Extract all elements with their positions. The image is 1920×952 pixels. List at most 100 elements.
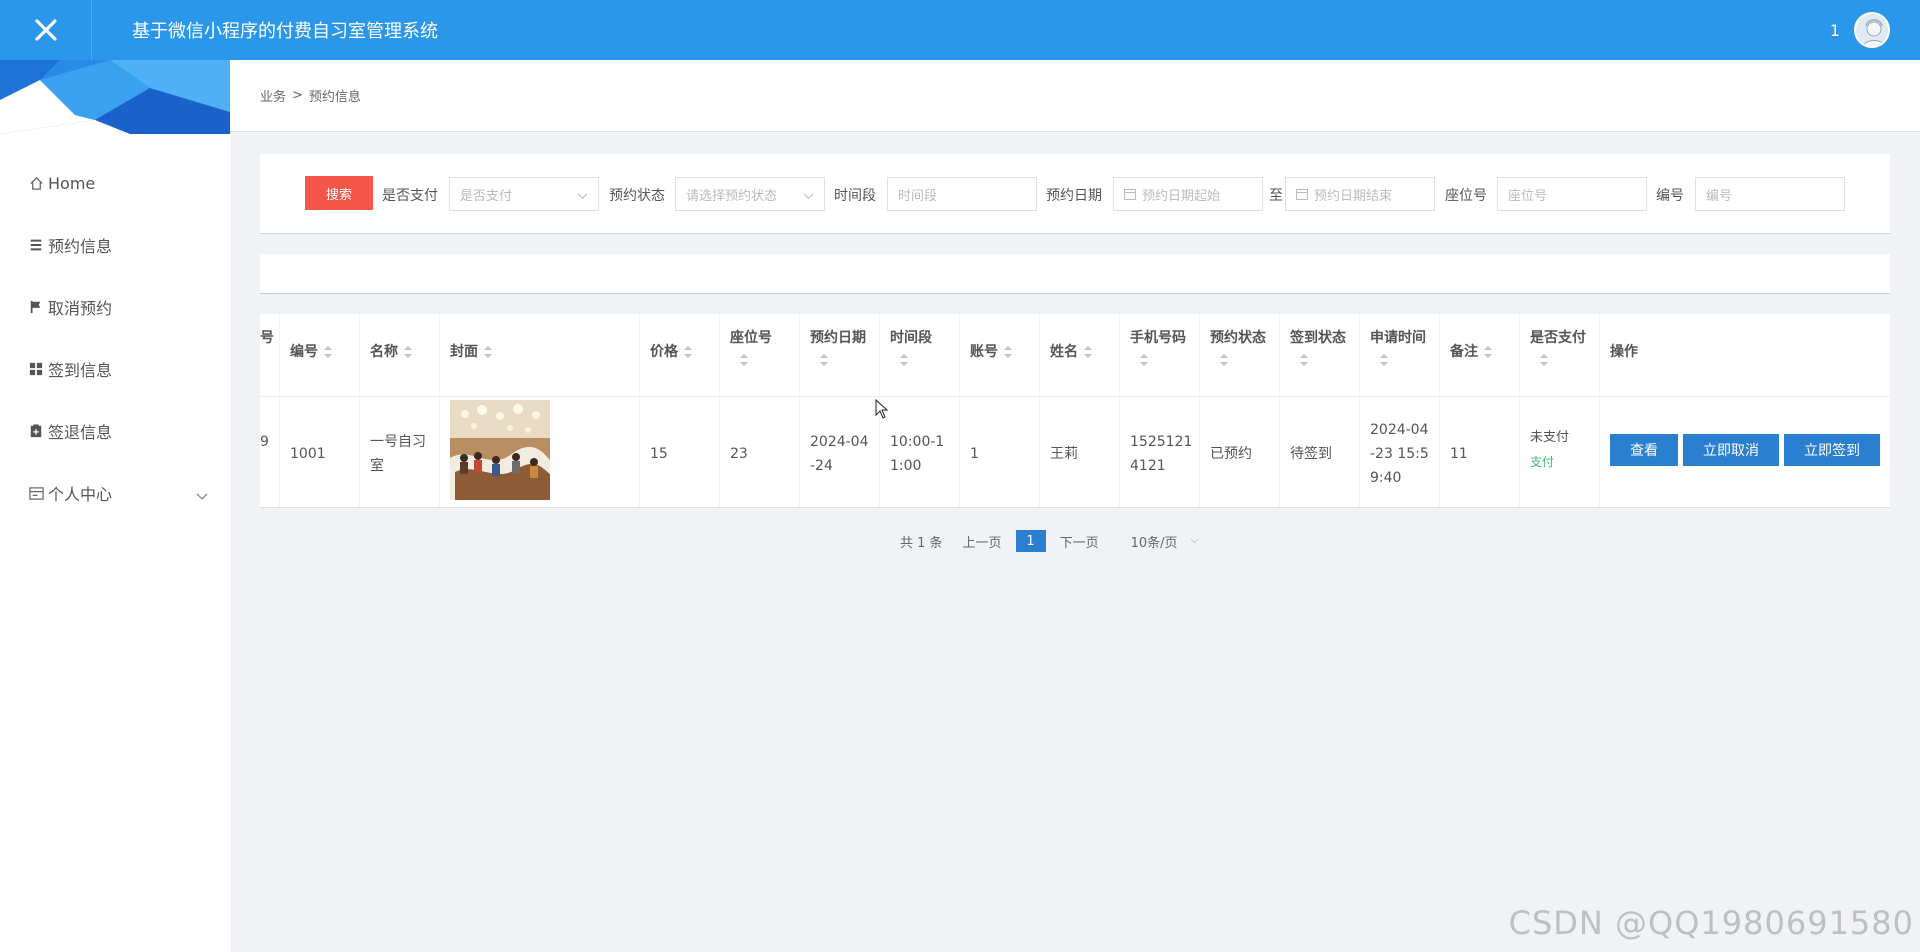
col-header-label: 是否支付 (1530, 330, 1586, 346)
sidebar-menu: Home 预约信息 取消预约 签到信息 签退信息 个人中心 (0, 152, 230, 524)
sidebar-item-checkin[interactable]: 签到信息 (0, 338, 230, 400)
cell-code: 1001 (290, 446, 326, 462)
col-header-date[interactable]: 预约日期 (810, 328, 866, 366)
col-header-label: 手机号码 (1130, 330, 1186, 346)
close-menu-button[interactable] (0, 0, 92, 60)
column-divider (1599, 314, 1600, 507)
cell-name-line: 一号自习 (370, 434, 426, 450)
cell-remark: 11 (1450, 446, 1468, 462)
pagination-next[interactable]: 下一页 (1060, 532, 1099, 551)
col-header-seat[interactable]: 座位号 (730, 328, 772, 366)
breadcrumb-parent[interactable]: 业务 (260, 86, 286, 105)
col-header-label: 价格 (650, 344, 678, 360)
header-divider (260, 396, 1890, 397)
page-size-select[interactable]: 10条/页 (1131, 532, 1199, 551)
col-header-label: 封面 (450, 344, 478, 360)
column-divider (1519, 314, 1520, 507)
sort-icon[interactable] (1300, 354, 1308, 366)
column-divider (1039, 314, 1040, 507)
cell-name-line: 室 (370, 458, 384, 474)
grid-icon (28, 361, 44, 377)
sort-icon[interactable] (1540, 354, 1548, 366)
col-header-checkin[interactable]: 签到状态 (1290, 328, 1346, 366)
sort-icon[interactable] (1484, 346, 1492, 358)
time-input[interactable]: 时间段 (887, 177, 1037, 211)
col-header-remark[interactable]: 备注 (1450, 342, 1492, 362)
sidebar-item-checkout[interactable]: 签退信息 (0, 400, 230, 462)
paid-select[interactable]: 是否支付 (449, 177, 599, 211)
sidebar-item-cancel[interactable]: 取消预约 (0, 276, 230, 338)
date-start-input[interactable]: 预约日期起始 (1113, 177, 1263, 211)
sort-icon[interactable] (1380, 354, 1388, 366)
sort-icon[interactable] (484, 346, 492, 358)
sort-icon[interactable] (1140, 354, 1148, 366)
top-header: 基于微信小程序的付费自习室管理系统 1 (0, 0, 1920, 60)
date-to-label: 至 (1269, 188, 1283, 204)
col-header-applied[interactable]: 申请时间 (1370, 328, 1426, 366)
checkin-button[interactable]: 立即签到 (1784, 434, 1880, 466)
col-header-phone[interactable]: 手机号码 (1130, 328, 1186, 366)
col-header-label: 预约状态 (1210, 330, 1266, 346)
col-header-label: 姓名 (1050, 344, 1078, 360)
avatar[interactable] (1854, 12, 1890, 48)
paid-select-placeholder: 是否支付 (460, 188, 513, 204)
chevron-down-icon (1189, 538, 1199, 544)
pay-link[interactable]: 支付 (1530, 450, 1554, 474)
cell-index: 9 (260, 434, 269, 450)
sort-icon[interactable] (740, 354, 748, 366)
cancel-reservation-button[interactable]: 立即取消 (1683, 434, 1779, 466)
chevron-down-icon (577, 189, 588, 204)
sort-icon[interactable] (820, 354, 828, 366)
cover-image[interactable] (450, 400, 550, 500)
col-header-price[interactable]: 价格 (650, 342, 692, 362)
column-divider (279, 314, 280, 507)
column-divider (359, 314, 360, 507)
search-button[interactable]: 搜索 (305, 176, 373, 210)
action-bar (260, 254, 1890, 294)
col-header-label: 名称 (370, 344, 398, 360)
list-icon (28, 237, 44, 253)
pagination-prev[interactable]: 上一页 (963, 532, 1002, 551)
col-header-status[interactable]: 预约状态 (1210, 328, 1266, 366)
sort-icon[interactable] (684, 346, 692, 358)
cell-applied: 2024-04 -23 15:5 9:40 (1370, 418, 1429, 490)
sort-icon[interactable] (900, 354, 908, 366)
seat-input[interactable]: 座位号 (1497, 177, 1647, 211)
sidebar-item-reservations[interactable]: 预约信息 (0, 214, 230, 276)
col-header-time[interactable]: 时间段 (890, 328, 932, 366)
status-select[interactable]: 请选择预约状态 (675, 177, 825, 211)
sort-icon[interactable] (404, 346, 412, 358)
code-input-placeholder: 编号 (1706, 188, 1733, 204)
col-header-name[interactable]: 名称 (370, 342, 412, 362)
pagination: 共 1 条 上一页 1 下一页 10条/页 (900, 530, 1199, 552)
column-divider (1279, 314, 1280, 507)
search-panel: 搜索 是否支付 是否支付 预约状态 请选择预约状态 时间段 时间段 预约日期 预… (260, 154, 1890, 234)
cell-account: 1 (970, 446, 979, 462)
close-icon (34, 19, 57, 41)
sort-icon[interactable] (1084, 346, 1092, 358)
cell-checkin: 待签到 (1290, 446, 1332, 462)
sidebar-item-profile[interactable]: 个人中心 (0, 462, 230, 524)
col-header-code[interactable]: 编号 (290, 342, 332, 362)
cell-phone-line: 4121 (1130, 458, 1166, 474)
cell-paid: 未支付 (1530, 430, 1570, 445)
col-header-person[interactable]: 姓名 (1050, 342, 1092, 362)
col-header-index: 号 (260, 328, 274, 348)
cell-person: 王莉 (1050, 446, 1078, 462)
sort-icon[interactable] (1220, 354, 1228, 366)
pagination-page[interactable]: 1 (1015, 530, 1046, 552)
sidebar-item-home[interactable]: Home (0, 152, 230, 214)
col-header-label: 座位号 (730, 330, 772, 346)
user-name[interactable]: 1 (1830, 21, 1840, 40)
col-header-cover[interactable]: 封面 (450, 342, 492, 362)
cell-date-line: -24 (810, 458, 833, 474)
column-divider (1119, 314, 1120, 507)
view-button[interactable]: 查看 (1610, 434, 1678, 466)
col-header-paid[interactable]: 是否支付 (1530, 328, 1586, 366)
sort-icon[interactable] (1004, 346, 1012, 358)
col-header-ops: 操作 (1610, 342, 1638, 362)
date-end-input[interactable]: 预约日期结束 (1285, 177, 1435, 211)
code-input[interactable]: 编号 (1695, 177, 1845, 211)
col-header-account[interactable]: 账号 (970, 342, 1012, 362)
sort-icon[interactable] (324, 346, 332, 358)
